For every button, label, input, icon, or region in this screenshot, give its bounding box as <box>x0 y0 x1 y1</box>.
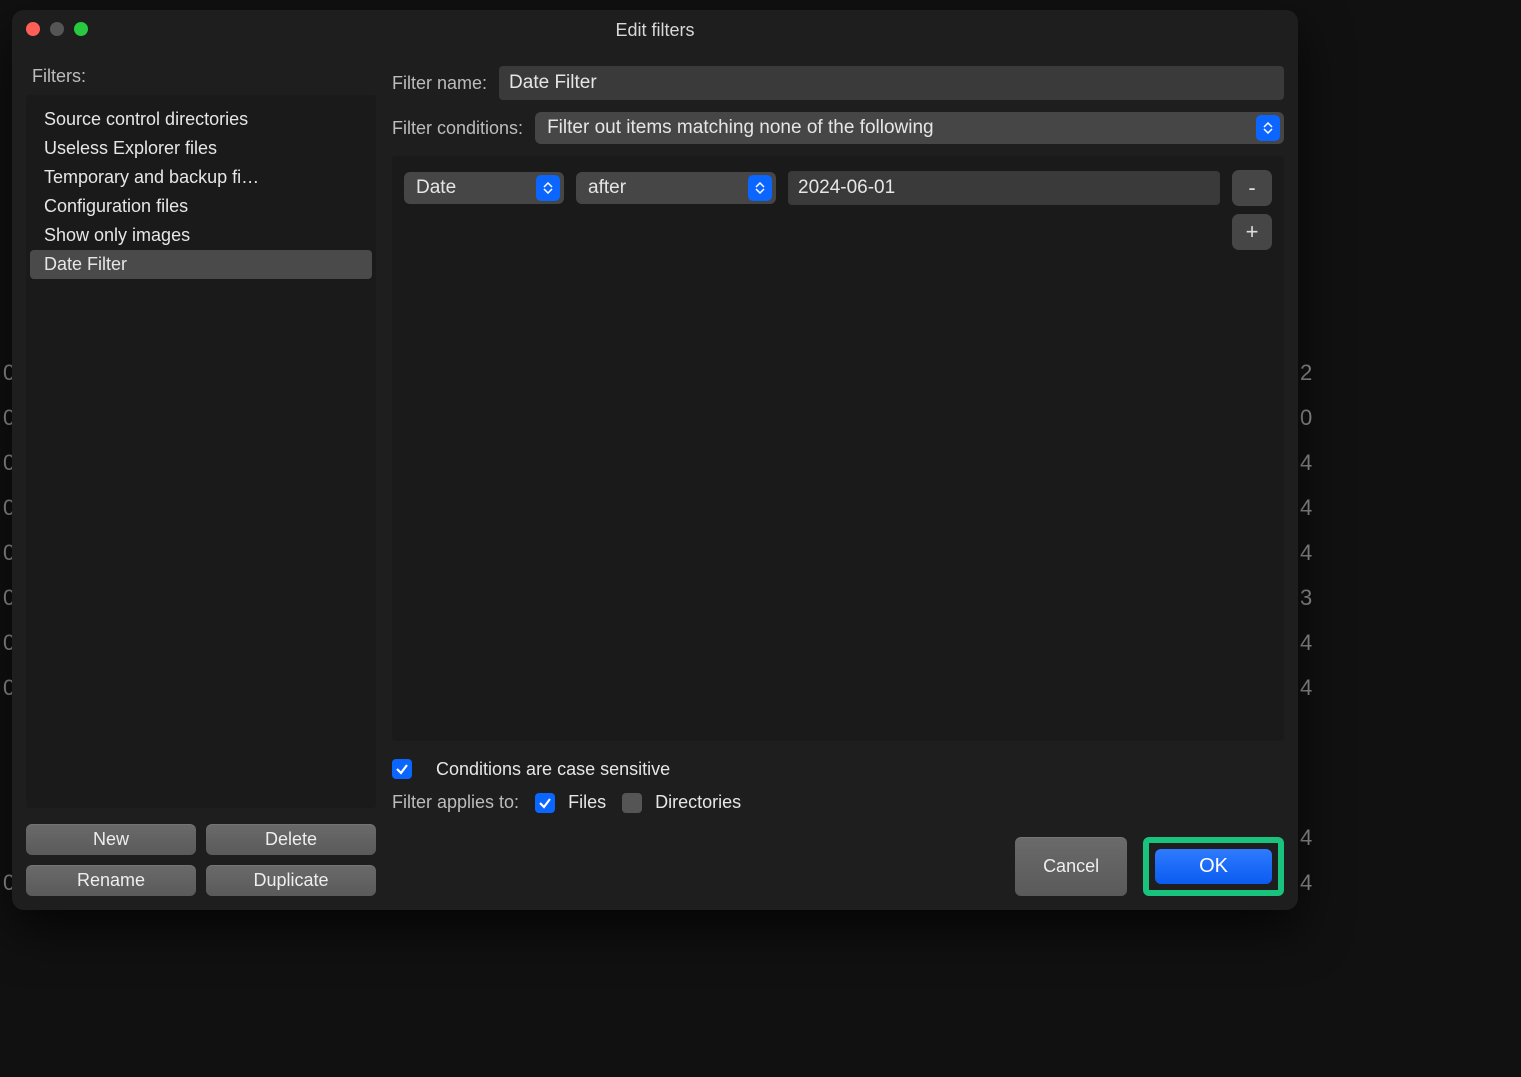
edit-filters-dialog: Edit filters Filters: Source control dir… <box>12 10 1298 910</box>
conditions-area: Date after - <box>392 156 1284 741</box>
chevron-updown-icon <box>748 175 772 201</box>
condition-value-input[interactable] <box>788 171 1220 205</box>
footer: Cancel OK <box>392 825 1284 896</box>
chevron-updown-icon <box>536 175 560 201</box>
chevron-updown-icon <box>1256 115 1280 141</box>
remove-condition-button[interactable]: - <box>1232 170 1272 206</box>
case-sensitive-label: Conditions are case sensitive <box>436 759 670 780</box>
cancel-button[interactable]: Cancel <box>1015 837 1127 896</box>
filter-name-label: Filter name: <box>392 73 487 94</box>
filters-label: Filters: <box>26 66 376 87</box>
condition-field-dropdown[interactable]: Date <box>404 172 564 204</box>
condition-field-value: Date <box>416 177 456 199</box>
filter-item-source-control[interactable]: Source control directories <box>30 105 372 134</box>
filter-name-input[interactable] <box>499 66 1284 100</box>
case-sensitive-checkbox[interactable] <box>392 759 412 779</box>
condition-row: Date after - <box>404 170 1272 206</box>
filter-item-explorer-files[interactable]: Useless Explorer files <box>30 134 372 163</box>
new-button[interactable]: New <box>26 824 196 855</box>
applies-dirs-checkbox[interactable] <box>622 793 642 813</box>
filter-item-date-filter[interactable]: Date Filter <box>30 250 372 279</box>
condition-op-dropdown[interactable]: after <box>576 172 776 204</box>
filter-list[interactable]: Source control directories Useless Explo… <box>26 95 376 808</box>
applies-to-label: Filter applies to: <box>392 792 519 813</box>
ok-highlight: OK <box>1143 837 1284 896</box>
rename-button[interactable]: Rename <box>26 865 196 896</box>
filter-item-temp-backup[interactable]: Temporary and backup fi… <box>30 163 372 192</box>
delete-button[interactable]: Delete <box>206 824 376 855</box>
applies-files-label: Files <box>568 792 606 812</box>
condition-op-value: after <box>588 177 626 199</box>
close-icon[interactable] <box>26 22 40 36</box>
window-controls <box>26 22 88 36</box>
conditions-mode-value: Filter out items matching none of the fo… <box>547 117 934 139</box>
filter-conditions-label: Filter conditions: <box>392 118 523 139</box>
filter-details: Filter name: Filter conditions: Filter o… <box>392 66 1284 896</box>
minimize-icon[interactable] <box>50 22 64 36</box>
options: Conditions are case sensitive Filter app… <box>392 753 1284 813</box>
sidebar: Filters: Source control directories Usel… <box>26 66 376 896</box>
duplicate-button[interactable]: Duplicate <box>206 865 376 896</box>
applies-files-checkbox[interactable] <box>535 793 555 813</box>
add-condition-button[interactable]: + <box>1232 214 1272 250</box>
titlebar: Edit filters <box>12 10 1298 50</box>
ok-button[interactable]: OK <box>1155 849 1272 884</box>
filter-item-images-only[interactable]: Show only images <box>30 221 372 250</box>
filter-item-config-files[interactable]: Configuration files <box>30 192 372 221</box>
conditions-mode-dropdown[interactable]: Filter out items matching none of the fo… <box>535 112 1284 144</box>
window-title: Edit filters <box>615 20 694 41</box>
maximize-icon[interactable] <box>74 22 88 36</box>
applies-dirs-label: Directories <box>655 792 741 812</box>
